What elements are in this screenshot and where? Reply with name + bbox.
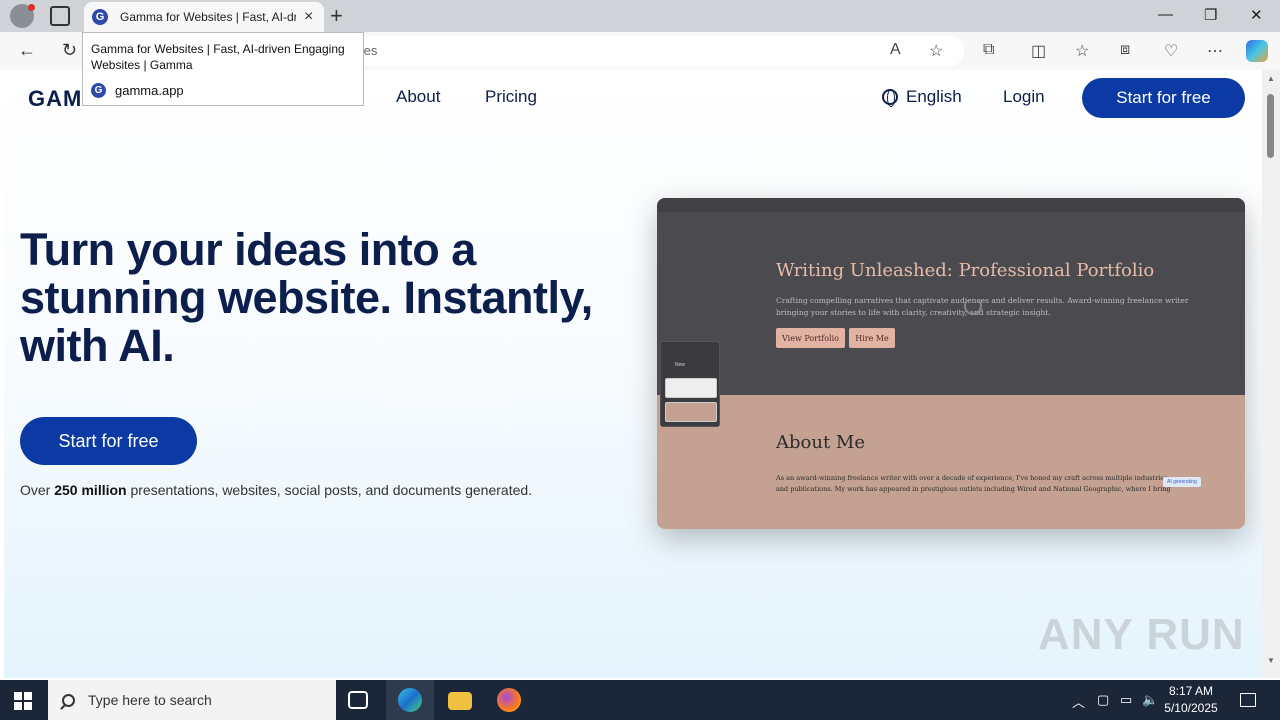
- language-selector[interactable]: English: [882, 87, 962, 107]
- gamma-favicon-icon: G: [92, 9, 108, 25]
- notification-icon[interactable]: [1240, 693, 1256, 707]
- preview-nav-strip: [657, 198, 1245, 212]
- tooltip-domain: gamma.app: [115, 83, 184, 98]
- preview-view-portfolio-button: View Portfolio: [776, 328, 845, 348]
- scroll-thumb[interactable]: [1267, 94, 1274, 158]
- clock-date: 5/10/2025: [1164, 701, 1218, 715]
- firefox-icon[interactable]: [497, 688, 521, 712]
- new-tab-button[interactable]: +: [330, 3, 343, 29]
- globe-icon: [882, 89, 898, 107]
- preview-about-heading: About Me: [776, 432, 865, 453]
- page-scrollbar[interactable]: ▲ ▼: [1262, 70, 1280, 678]
- more-icon[interactable]: ⋯: [1207, 41, 1223, 61]
- refresh-icon[interactable]: ↻: [62, 40, 77, 61]
- network-icon[interactable]: ▭: [1120, 692, 1132, 708]
- hero-stat: Over 250 million presentations, websites…: [20, 482, 532, 498]
- split-screen-icon[interactable]: ◫: [1031, 41, 1046, 61]
- scroll-down-icon[interactable]: ▼: [1267, 656, 1275, 665]
- webpage: GAMMA About Pricing English Login Start …: [4, 70, 1262, 678]
- ai-generating-badge: AI generating: [1163, 477, 1201, 487]
- nav-pricing[interactable]: Pricing: [485, 87, 537, 107]
- profile-avatar[interactable]: [10, 4, 35, 28]
- edge-icon[interactable]: [398, 688, 422, 712]
- tooltip-title: Gamma for Websites | Fast, AI-driven Eng…: [91, 42, 345, 72]
- collections-icon[interactable]: ⧈: [1120, 41, 1130, 59]
- preview-slide-panel: New: [660, 341, 720, 427]
- nav-about[interactable]: About: [396, 87, 440, 107]
- scroll-up-icon[interactable]: ▲: [1267, 74, 1275, 83]
- windows-start-icon[interactable]: [14, 692, 32, 710]
- close-window-icon[interactable]: ✕: [1250, 6, 1263, 24]
- tab-tooltip: Gamma for Websites | Fast, AI-driven Eng…: [82, 32, 364, 106]
- tab-actions-icon[interactable]: [50, 6, 70, 26]
- panel-new-label: New: [675, 362, 686, 368]
- preview-hero-section: Writing Unleashed: Professional Portfoli…: [657, 198, 1245, 395]
- tray-device-icon[interactable]: ▢: [1097, 692, 1109, 708]
- preview-hire-me-button: Hire Me: [849, 328, 895, 348]
- favorite-star-icon[interactable]: ☆: [929, 41, 943, 61]
- back-icon[interactable]: ←: [18, 40, 36, 61]
- preview-title: Writing Unleashed: Professional Portfoli…: [776, 260, 1155, 281]
- stat-bold: 250 million: [54, 482, 127, 498]
- website-preview: Writing Unleashed: Professional Portfoli…: [657, 198, 1245, 529]
- hero-headline: Turn your ideas into a stunning website.…: [20, 224, 593, 371]
- start-for-free-header-button[interactable]: Start for free: [1082, 78, 1245, 118]
- search-icon: [62, 693, 75, 707]
- performance-icon[interactable]: ♡: [1164, 41, 1178, 61]
- task-view-icon[interactable]: [348, 691, 368, 709]
- read-aloud-icon[interactable]: A: [890, 41, 901, 59]
- loading-spinner-icon: [964, 297, 982, 315]
- preview-description: Crafting compelling narratives that capt…: [776, 296, 1189, 317]
- restore-icon[interactable]: ❐: [1204, 6, 1217, 24]
- minimize-icon[interactable]: —: [1158, 6, 1173, 23]
- extensions-icon[interactable]: ⧉: [983, 41, 994, 59]
- language-label: English: [906, 87, 962, 106]
- browser-titlebar: G Gamma for Websites | Fast, AI-driven E…: [0, 0, 1280, 32]
- favorites-icon[interactable]: ☆: [1075, 41, 1089, 61]
- volume-icon[interactable]: 🔈: [1142, 692, 1158, 708]
- stat-prefix: Over: [20, 482, 55, 498]
- windows-taskbar: Type here to search ︿ ▢ ▭ 🔈 8:17 AM 5/10…: [0, 680, 1280, 720]
- panel-slide-1: [665, 378, 717, 398]
- panel-slide-2: [665, 402, 717, 422]
- copilot-icon[interactable]: [1246, 40, 1268, 62]
- preview-about-text: As an award-winning freelance writer wit…: [776, 474, 1171, 493]
- notification-dot: [28, 4, 35, 11]
- gamma-favicon-icon: G: [91, 83, 106, 98]
- close-tab-icon[interactable]: ×: [304, 8, 313, 26]
- browser-tab-active[interactable]: G Gamma for Websites | Fast, AI-driven E…: [84, 2, 324, 32]
- search-placeholder: Type here to search: [88, 692, 212, 708]
- stat-suffix: presentations, websites, social posts, a…: [126, 482, 533, 498]
- anyrun-watermark: ANY RUN: [1038, 610, 1245, 659]
- clock-time: 8:17 AM: [1168, 684, 1214, 698]
- taskbar-clock[interactable]: 8:17 AM 5/10/2025: [1160, 683, 1222, 717]
- file-explorer-icon[interactable]: [448, 692, 472, 710]
- tray-chevron-icon[interactable]: ︿: [1072, 692, 1085, 711]
- taskbar-search-box[interactable]: Type here to search: [48, 680, 336, 720]
- preview-about-section: About Me As an award-winning freelance w…: [657, 395, 1245, 529]
- login-link[interactable]: Login: [1003, 87, 1045, 107]
- start-for-free-hero-button[interactable]: Start for free: [20, 417, 197, 465]
- tab-title: Gamma for Websites | Fast, AI-driven Eng…: [120, 10, 296, 24]
